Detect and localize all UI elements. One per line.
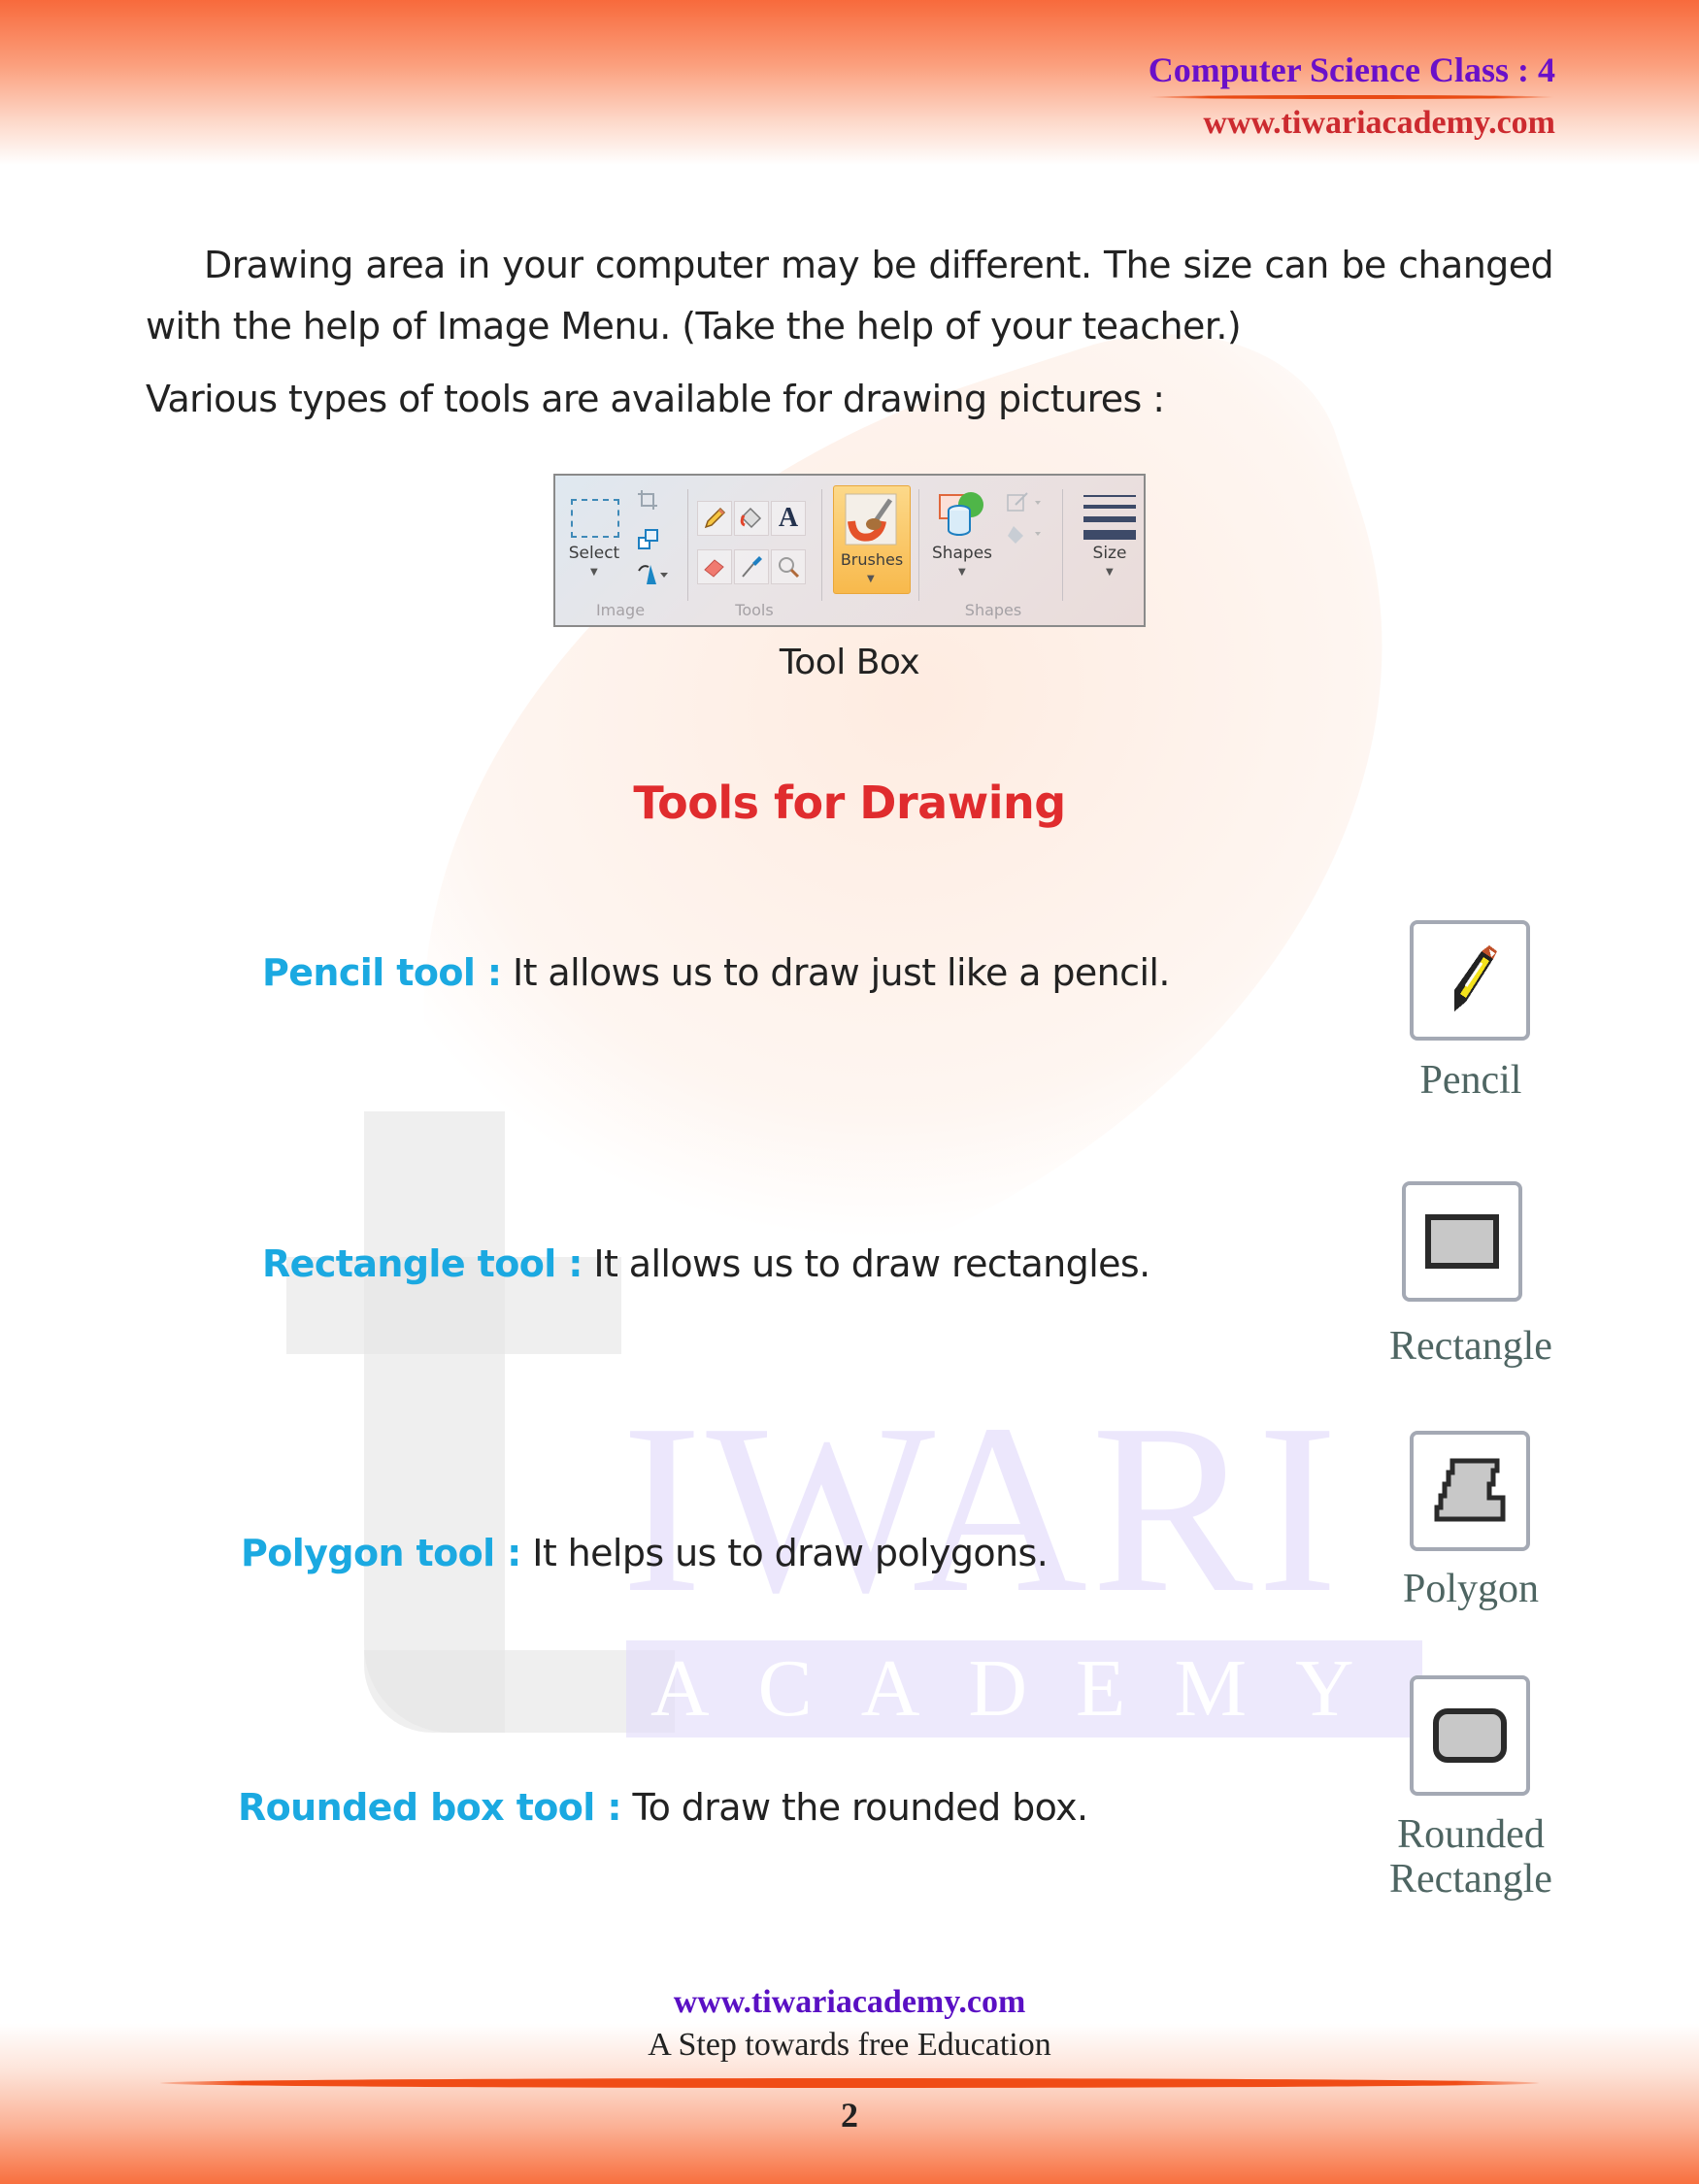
brushes-button-label: Brushes [840, 550, 904, 569]
fill-shape-icon [1008, 526, 1041, 544]
brush-icon [845, 493, 897, 546]
select-rectangle-icon [571, 499, 619, 538]
tool-item-pencil: Pencil tool : It allows us to draw just … [262, 951, 1170, 994]
tool-name: Polygon tool : [241, 1532, 521, 1574]
shapes-button-label: Shapes [931, 544, 993, 563]
fill-icon [734, 501, 769, 536]
polygon-tool-button [1410, 1431, 1530, 1551]
chevron-down-icon: ▼ [1106, 567, 1114, 578]
pencil-tool-button [1410, 920, 1530, 1041]
select-button-label: Select [568, 544, 620, 563]
rotate-icon [638, 565, 668, 584]
rounded-rectangle-tool-button [1410, 1675, 1530, 1796]
icon-label-line: Rounded [1397, 1812, 1545, 1857]
intro-paragraph: Drawing area in your computer may be dif… [146, 244, 1554, 347]
footer-tagline: A Step towards free Education [648, 2027, 1051, 2063]
tool-item-rounded-box: Rounded box tool : To draw the rounded b… [238, 1786, 1088, 1829]
ribbon-group-image: Select ▼ Image [555, 485, 685, 621]
page-number: 2 [841, 2096, 858, 2134]
page: Computer Science Class : 4 www.tiwariaca… [0, 0, 1699, 2184]
header-divider [1148, 95, 1555, 99]
pencil-icon [1454, 945, 1497, 1011]
chevron-down-icon: ▼ [590, 567, 598, 578]
ribbon-group-brushes: Brushes ▼ [833, 485, 911, 621]
rounded-rectangle-icon [1433, 1708, 1507, 1763]
resize-icon [638, 529, 658, 549]
ribbon-separator [1062, 489, 1063, 601]
rounded-rectangle-icon-label: Rounded Rectangle [1364, 1812, 1578, 1902]
outline-icon [1007, 492, 1041, 512]
tool-name: Rounded box tool : [238, 1786, 622, 1829]
tool-name: Rectangle tool : [262, 1242, 583, 1285]
text-icon: A [771, 501, 806, 536]
rectangle-icon-label: Rectangle [1389, 1324, 1552, 1369]
tool-description: It allows us to draw just like a pencil. [501, 951, 1170, 994]
tool-item-rectangle: Rectangle tool : It allows us to draw re… [262, 1242, 1150, 1285]
page-header: Computer Science Class : 4 www.tiwariaca… [1148, 47, 1555, 144]
rectangle-tool-button [1402, 1181, 1522, 1302]
crop-icon [638, 490, 657, 510]
pencil-icon-label: Pencil [1419, 1058, 1522, 1103]
ribbon-group-label-image: Image [595, 601, 646, 619]
size-button-label: Size [1092, 544, 1127, 563]
tools-grid: A [697, 501, 812, 592]
color-picker-icon [734, 549, 769, 584]
footer-divider [160, 2078, 1539, 2088]
ribbon-group-label-shapes: Shapes [964, 601, 1022, 619]
shapes-icon [939, 492, 983, 536]
toolbox-ribbon: Select ▼ Image A Tools Brushes ▼ Shapes … [553, 474, 1146, 627]
tool-item-polygon: Polygon tool : It helps us to draw polyg… [241, 1532, 1049, 1574]
rectangle-icon [1425, 1214, 1499, 1269]
chevron-down-icon: ▼ [958, 567, 966, 578]
tool-description: It helps us to draw polygons. [520, 1532, 1049, 1574]
magnifier-icon [771, 549, 806, 584]
ribbon-group-label-tools: Tools [735, 601, 774, 619]
ribbon-separator [821, 489, 822, 601]
ribbon-group-size: Size ▼ [1066, 485, 1146, 621]
pencil-icon [697, 501, 732, 536]
header-url[interactable]: www.tiwariacademy.com [1149, 103, 1555, 144]
tool-name: Pencil tool : [262, 951, 502, 994]
eraser-icon [697, 549, 732, 584]
footer-url[interactable]: www.tiwariacademy.com [0, 1984, 1699, 2021]
polygon-icon-label: Polygon [1402, 1567, 1540, 1611]
ribbon-separator [687, 489, 688, 601]
ribbon-group-tools: A Tools [691, 485, 817, 621]
intro-lead-in: Various types of tools are available for… [146, 378, 1165, 420]
tool-description: It allows us to draw rectangles. [582, 1242, 1150, 1285]
chevron-down-icon: ▼ [867, 574, 875, 584]
header-title: Computer Science Class : 4 [1148, 50, 1555, 89]
icon-label-line: Rectangle [1389, 1857, 1552, 1902]
brushes-button: Brushes ▼ [833, 485, 911, 594]
ribbon-group-shapes: Shapes ▼ Shapes [922, 485, 1064, 621]
tool-description: To draw the rounded box. [620, 1786, 1088, 1829]
polygon-icon [1434, 1458, 1506, 1522]
toolbox-caption: Tool Box [779, 643, 920, 682]
section-title: Tools for Drawing [633, 777, 1066, 829]
ribbon-separator [918, 489, 919, 601]
